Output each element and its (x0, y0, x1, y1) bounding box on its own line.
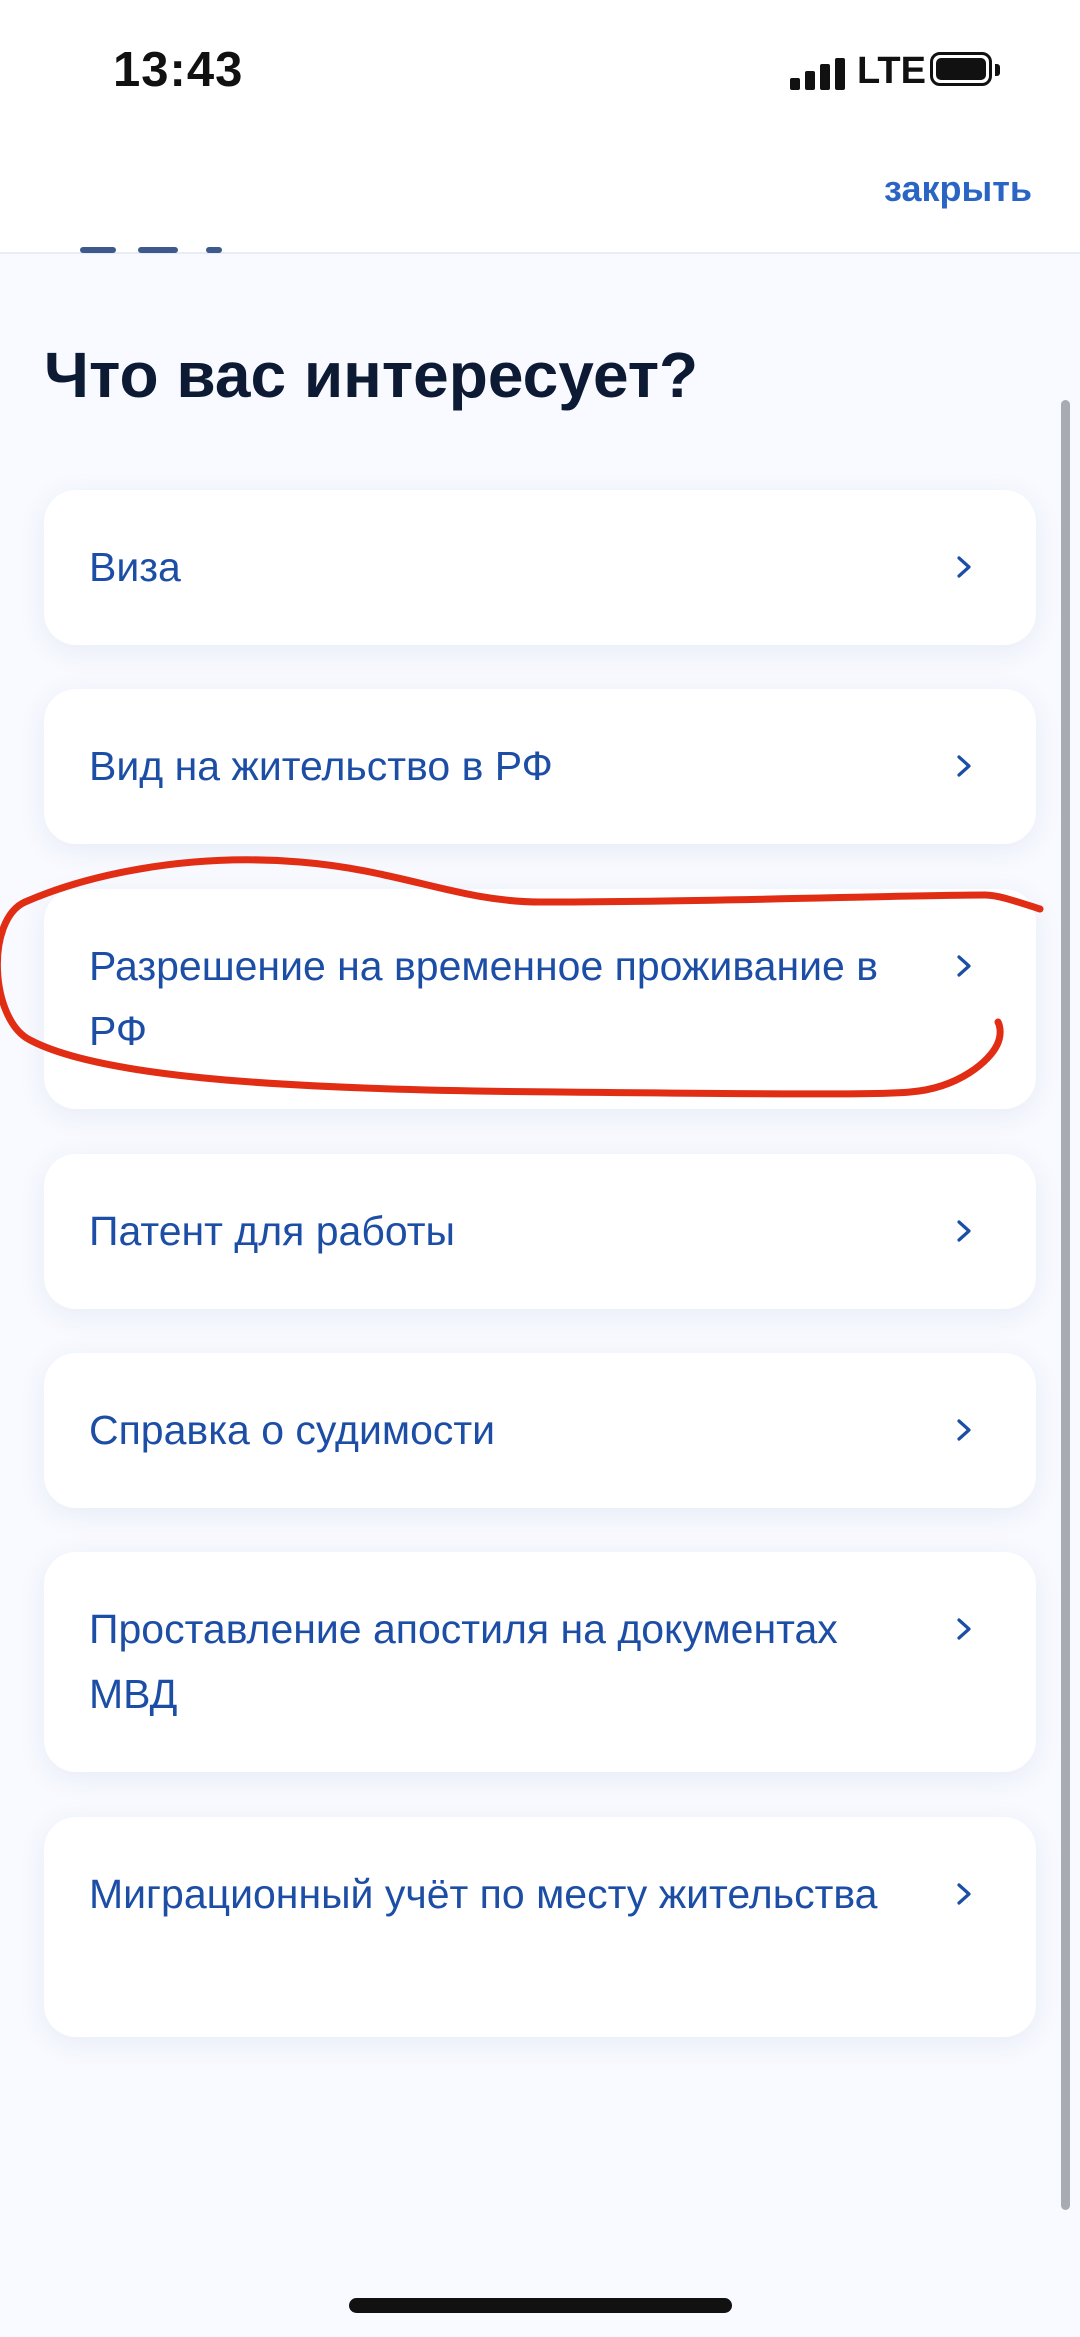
option-label: Проставление апостиля на документах МВД (89, 1606, 838, 1717)
option-apostille[interactable]: Проставление апостиля на документах МВД (44, 1552, 1036, 1772)
option-label: Миграционный учёт по месту жительства (89, 1871, 878, 1917)
option-temporary-residence[interactable]: Разрешение на временное проживание в РФ (44, 889, 1036, 1109)
chevron-right-icon (957, 1419, 971, 1441)
close-link[interactable]: закрыть (884, 168, 1032, 210)
network-type: LTE (857, 50, 926, 92)
option-label: Справка о судимости (89, 1407, 496, 1453)
option-label: Вид на жительство в РФ (89, 743, 553, 789)
chevron-right-icon (957, 1883, 971, 1905)
chevron-right-icon (957, 755, 971, 777)
chevron-right-icon (957, 556, 971, 578)
chevron-right-icon (957, 1618, 971, 1640)
option-label: Разрешение на временное проживание в РФ (89, 943, 878, 1054)
page-title: Что вас интересует? (44, 339, 699, 411)
status-bar: 13:43 LTE (0, 0, 1080, 140)
option-residence-permit[interactable]: Вид на жительство в РФ (44, 689, 1036, 844)
battery-icon (930, 52, 1002, 88)
chevron-right-icon (957, 955, 971, 977)
option-criminal-record[interactable]: Справка о судимости (44, 1353, 1036, 1508)
chevron-right-icon (957, 1220, 971, 1242)
status-time: 13:43 (113, 43, 244, 97)
option-label: Патент для работы (89, 1208, 455, 1254)
scrolled-content-remnant (80, 247, 240, 255)
home-indicator[interactable] (349, 2298, 732, 2313)
option-visa[interactable]: Виза (44, 490, 1036, 645)
option-migration-registration[interactable]: Миграционный учёт по месту жительства (44, 1817, 1036, 2037)
option-work-patent[interactable]: Патент для работы (44, 1154, 1036, 1309)
scrollbar[interactable] (1061, 400, 1070, 2210)
top-header: закрыть (0, 140, 1080, 254)
signal-icon (790, 58, 846, 90)
option-label: Виза (89, 544, 181, 590)
